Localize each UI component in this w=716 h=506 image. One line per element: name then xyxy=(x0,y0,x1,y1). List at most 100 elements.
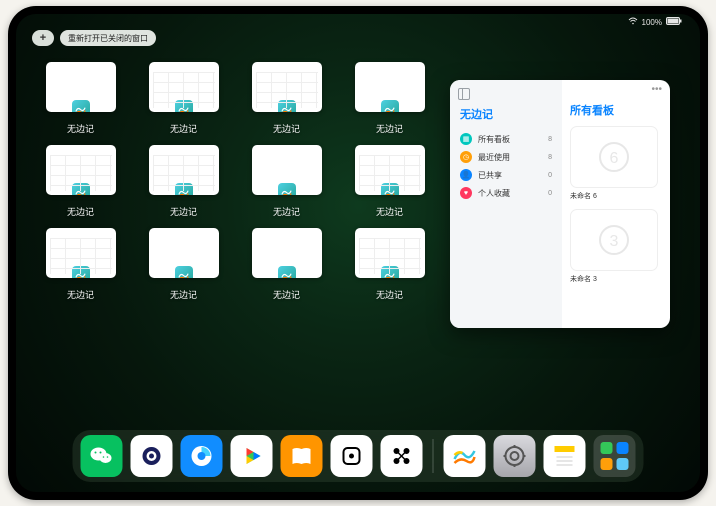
window-label: 无边记 xyxy=(273,205,300,218)
window-label: 无边记 xyxy=(67,205,94,218)
window-thumbnail[interactable]: 无边记 xyxy=(147,62,220,135)
sidebar-title: 无边记 xyxy=(460,106,554,122)
window-preview xyxy=(355,62,425,112)
window-preview xyxy=(149,145,219,195)
reopen-closed-window-button[interactable]: 重新打开已关闭的窗口 xyxy=(60,30,156,46)
window-thumbnail[interactable]: 无边记 xyxy=(44,228,117,301)
freeform-app-icon xyxy=(72,183,90,195)
freeform-app-icon xyxy=(278,183,296,195)
top-toolbar: + 重新打开已关闭的窗口 xyxy=(32,30,156,46)
dock-app-nodes[interactable] xyxy=(381,435,423,477)
window-label: 无边记 xyxy=(376,205,403,218)
sidebar-item[interactable]: 👤 已共享 0 xyxy=(458,166,554,184)
window-preview xyxy=(252,62,322,112)
freeform-app-icon xyxy=(381,100,399,112)
reopen-label: 重新打开已关闭的窗口 xyxy=(68,33,148,44)
dock-app-quark[interactable] xyxy=(131,435,173,477)
new-window-button[interactable]: + xyxy=(32,30,54,46)
dock-app-notes[interactable] xyxy=(544,435,586,477)
dock-app-freeform[interactable] xyxy=(444,435,486,477)
more-icon[interactable]: ••• xyxy=(651,84,662,95)
grid-icon: ▦ xyxy=(460,133,472,145)
window-preview xyxy=(355,145,425,195)
content-title: 所有看板 xyxy=(570,102,662,118)
heart-icon: ♥ xyxy=(460,187,472,199)
window-preview xyxy=(149,62,219,112)
freeform-app-icon xyxy=(381,266,399,278)
window-preview xyxy=(252,145,322,195)
clock-icon: ◷ xyxy=(460,151,472,163)
board-name: 未命名 3 xyxy=(570,274,658,284)
dock-app-play-video[interactable] xyxy=(231,435,273,477)
sidebar-item[interactable]: ◷ 最近使用 8 xyxy=(458,148,554,166)
freeform-app-icon xyxy=(381,183,399,195)
window-preview xyxy=(252,228,322,278)
ipad-frame: 100% + 重新打开已关闭的窗口 无边记无边记无边记无边记无边记无边记无边记无… xyxy=(8,6,708,500)
window-thumbnail[interactable]: 无边记 xyxy=(353,228,426,301)
window-preview xyxy=(355,228,425,278)
freeform-app-icon xyxy=(278,266,296,278)
freeform-app-icon xyxy=(278,100,296,112)
freeform-app-icon xyxy=(72,266,90,278)
window-preview xyxy=(149,228,219,278)
dock-separator xyxy=(433,439,434,473)
stage-manager-grid: 无边记无边记无边记无边记无边记无边记无边记无边记无边记无边记无边记无边记 xyxy=(44,62,426,301)
freeform-sidebar: 无边记 ▦所有看板8◷最近使用8👤已共享0♥个人收藏0 xyxy=(450,80,562,328)
dock-app-books[interactable] xyxy=(281,435,323,477)
freeform-app-icon xyxy=(175,100,193,112)
window-thumbnail[interactable]: 无边记 xyxy=(250,62,323,135)
freeform-app-icon xyxy=(175,266,193,278)
board-item[interactable]: 3 未命名 3 xyxy=(570,209,658,284)
window-preview xyxy=(46,145,116,195)
screen: 100% + 重新打开已关闭的窗口 无边记无边记无边记无边记无边记无边记无边记无… xyxy=(16,14,700,492)
sidebar-item-count: 0 xyxy=(548,172,552,179)
svg-text:6: 6 xyxy=(610,150,619,167)
window-label: 无边记 xyxy=(67,288,94,301)
window-thumbnail[interactable]: 无边记 xyxy=(44,145,117,218)
window-label: 无边记 xyxy=(170,288,197,301)
freeform-app-icon xyxy=(72,100,90,112)
freeform-content: ••• 所有看板 6 未命名 6 3 未命名 3 xyxy=(562,80,670,328)
wifi-icon xyxy=(628,17,638,27)
window-label: 无边记 xyxy=(67,122,94,135)
battery-label: 100% xyxy=(642,18,662,27)
window-label: 无边记 xyxy=(376,122,403,135)
board-item[interactable]: 6 未命名 6 xyxy=(570,126,658,201)
dock-app-settings[interactable] xyxy=(494,435,536,477)
sidebar-item-count: 8 xyxy=(548,154,552,161)
sidebar-item-count: 0 xyxy=(548,190,552,197)
svg-text:3: 3 xyxy=(610,233,619,250)
board-name: 未命名 6 xyxy=(570,191,658,201)
window-thumbnail[interactable]: 无边记 xyxy=(250,145,323,218)
dock-app-dice[interactable] xyxy=(331,435,373,477)
sidebar-item-label: 最近使用 xyxy=(478,152,542,163)
window-preview xyxy=(46,228,116,278)
dock-app-library[interactable] xyxy=(594,435,636,477)
status-bar: 100% xyxy=(16,14,700,30)
freeform-app-icon xyxy=(175,183,193,195)
freeform-main-window[interactable]: 无边记 ▦所有看板8◷最近使用8👤已共享0♥个人收藏0 ••• 所有看板 6未命… xyxy=(450,80,670,328)
dock-app-qqbrowser[interactable] xyxy=(181,435,223,477)
window-thumbnail[interactable]: 无边记 xyxy=(353,62,426,135)
window-label: 无边记 xyxy=(273,288,300,301)
window-preview xyxy=(46,62,116,112)
sidebar-item-label: 个人收藏 xyxy=(478,188,542,199)
window-thumbnail[interactable]: 无边记 xyxy=(353,145,426,218)
window-thumbnail[interactable]: 无边记 xyxy=(250,228,323,301)
window-label: 无边记 xyxy=(170,122,197,135)
dock xyxy=(73,430,644,482)
window-label: 无边记 xyxy=(376,288,403,301)
sidebar-toggle-icon[interactable] xyxy=(458,88,470,100)
dock-app-wechat[interactable] xyxy=(81,435,123,477)
board-thumbnail: 6 xyxy=(570,126,658,188)
sidebar-item-label: 所有看板 xyxy=(478,134,542,145)
sidebar-item[interactable]: ▦所有看板8 xyxy=(458,130,554,148)
board-thumbnail: 3 xyxy=(570,209,658,271)
window-thumbnail[interactable]: 无边记 xyxy=(147,228,220,301)
sidebar-item-label: 已共享 xyxy=(478,170,542,181)
sidebar-item[interactable]: ♥ 个人收藏 0 xyxy=(458,184,554,202)
window-thumbnail[interactable]: 无边记 xyxy=(147,145,220,218)
person-icon: 👤 xyxy=(460,169,472,181)
window-thumbnail[interactable]: 无边记 xyxy=(44,62,117,135)
status-right: 100% xyxy=(628,17,682,27)
